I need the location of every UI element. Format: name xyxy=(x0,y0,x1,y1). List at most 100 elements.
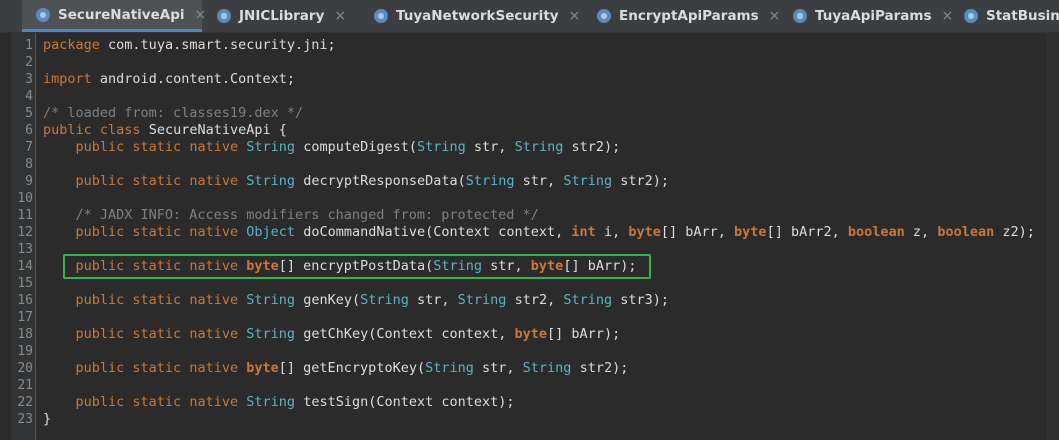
code-line[interactable]: package com.tuya.smart.security.jni; xyxy=(36,37,1036,54)
code-token: [] getEncryptoKey( xyxy=(278,360,426,376)
code-token: static xyxy=(132,139,182,155)
code-token: [] bArr, xyxy=(660,224,726,240)
code-line[interactable]: } xyxy=(36,411,1036,428)
code-text: public static native String genKey(Strin… xyxy=(43,292,670,309)
code-token: testSign(Context context); xyxy=(303,394,515,410)
code-token: computeDigest( xyxy=(303,139,417,155)
code-text: /* loaded from: classes19.dex */ xyxy=(43,105,303,122)
code-token: /* loaded from: classes19.dex */ xyxy=(43,105,304,121)
code-token: public xyxy=(43,394,125,410)
code-token: /* JADX INFO: Access modifiers changed f… xyxy=(43,207,539,223)
code-token: str, xyxy=(417,292,450,308)
tab-TuyaApiParams[interactable]: TuyaApiParams × xyxy=(779,0,953,32)
highlight-box-encryptPostData xyxy=(63,254,651,279)
line-number: 16 xyxy=(17,293,33,308)
line-number: 20 xyxy=(17,361,33,376)
code-line[interactable] xyxy=(36,156,1036,173)
class-icon xyxy=(964,9,978,23)
line-number: 9 xyxy=(25,174,33,189)
code-token: public xyxy=(43,139,125,155)
class-icon xyxy=(217,9,231,23)
code-line[interactable]: public static native String computeDiges… xyxy=(36,139,1036,156)
tab-label: TuyaApiParams xyxy=(815,8,932,24)
code-text: public static native String testSign(Con… xyxy=(43,394,515,411)
code-token: package xyxy=(43,37,100,53)
code-token: boolean xyxy=(847,224,905,240)
line-number: 18 xyxy=(17,327,33,342)
code-line[interactable]: public static native byte[] getEncryptoK… xyxy=(36,360,1036,377)
code-token: public xyxy=(43,326,125,342)
code-line[interactable]: public static native String testSign(Con… xyxy=(36,394,1036,411)
code-token: String xyxy=(514,139,564,155)
class-icon xyxy=(36,7,50,22)
tab-TuyaNetworkSecurity[interactable]: TuyaNetworkSecurity × xyxy=(360,0,582,32)
code-token: native xyxy=(189,139,239,155)
code-token: int xyxy=(571,224,596,240)
code-token: static xyxy=(132,326,182,342)
close-icon[interactable]: × xyxy=(569,8,581,24)
code-line[interactable]: public static native Object doCommandNat… xyxy=(36,224,1036,241)
code-token: Object xyxy=(246,224,296,240)
code-text: /* JADX INFO: Access modifiers changed f… xyxy=(43,207,539,224)
code-token: native xyxy=(189,394,239,410)
code-token: [] bArr); xyxy=(547,326,621,342)
code-token: String xyxy=(246,326,296,342)
code-token: static xyxy=(132,360,182,376)
code-token: byte xyxy=(628,224,661,240)
code-line[interactable] xyxy=(36,309,1036,326)
code-token: byte xyxy=(734,224,767,240)
code-token: SecureNativeApi { xyxy=(148,122,287,138)
close-icon[interactable]: × xyxy=(334,8,346,24)
code-token: public xyxy=(43,173,125,189)
code-token: str2); xyxy=(620,173,670,189)
code-line[interactable]: public static native String genKey(Strin… xyxy=(36,292,1036,309)
vertical-scrollbar[interactable] xyxy=(1047,33,1059,440)
line-number: 7 xyxy=(25,140,33,155)
code-token: str, xyxy=(482,360,515,376)
line-number: 3 xyxy=(25,72,33,87)
code-line[interactable] xyxy=(36,377,1036,394)
code-line[interactable]: public static native String getChKey(Con… xyxy=(36,326,1036,343)
code-token: class xyxy=(99,122,141,138)
code-token: android.content.Context; xyxy=(99,71,295,87)
code-line[interactable]: /* JADX INFO: Access modifiers changed f… xyxy=(36,207,1036,224)
code-token: static xyxy=(132,173,182,189)
code-text: import android.content.Context; xyxy=(43,71,295,88)
code-token: static xyxy=(132,292,182,308)
code-token: public xyxy=(43,122,92,138)
code-text: public static native String getChKey(Con… xyxy=(43,326,621,343)
tab-SecureNativeApi[interactable]: SecureNativeApi × xyxy=(22,0,206,32)
code-token: str3); xyxy=(620,292,670,308)
code-text: public static native String decryptRespo… xyxy=(43,173,670,190)
code-line[interactable]: public static native String decryptRespo… xyxy=(36,173,1036,190)
code-token: String xyxy=(360,292,409,308)
code-token: native xyxy=(189,292,239,308)
line-number: 17 xyxy=(17,310,33,325)
code-line[interactable]: /* loaded from: classes19.dex */ xyxy=(36,105,1036,122)
code-line[interactable]: import android.content.Context; xyxy=(36,71,1036,88)
code-area[interactable]: package com.tuya.smart.security.jni; impo… xyxy=(36,33,1059,440)
code-line[interactable] xyxy=(36,54,1036,71)
line-number: 15 xyxy=(17,276,33,291)
tab-label: SecureNativeApi xyxy=(58,6,185,23)
code-text: public static native String computeDiges… xyxy=(43,139,621,156)
code-line[interactable] xyxy=(36,190,1036,207)
line-number: 13 xyxy=(17,242,33,257)
code-line[interactable] xyxy=(36,88,1036,105)
code-editor[interactable]: package com.tuya.smart.security.jni; impo… xyxy=(0,33,1059,440)
tab-StatBusine[interactable]: StatBusine xyxy=(950,0,1059,32)
code-line[interactable]: public class SecureNativeApi { xyxy=(36,122,1036,139)
tab-JNICLibrary[interactable]: JNICLibrary × xyxy=(203,0,358,32)
code-line[interactable] xyxy=(36,343,1036,360)
code-token: String xyxy=(563,173,613,189)
code-token: str, xyxy=(473,139,507,155)
code-token: getChKey(Context context, xyxy=(303,326,507,342)
class-icon xyxy=(374,9,388,23)
code-token: str, xyxy=(522,173,556,189)
code-token: com.tuya.smart.security.jni; xyxy=(108,37,336,53)
code-token: boolean xyxy=(937,224,995,240)
tab-EncryptApiParams[interactable]: EncryptApiParams × xyxy=(583,0,780,32)
line-number: 8 xyxy=(25,157,33,172)
code-token: native xyxy=(189,173,239,189)
code-token: static xyxy=(132,394,182,410)
